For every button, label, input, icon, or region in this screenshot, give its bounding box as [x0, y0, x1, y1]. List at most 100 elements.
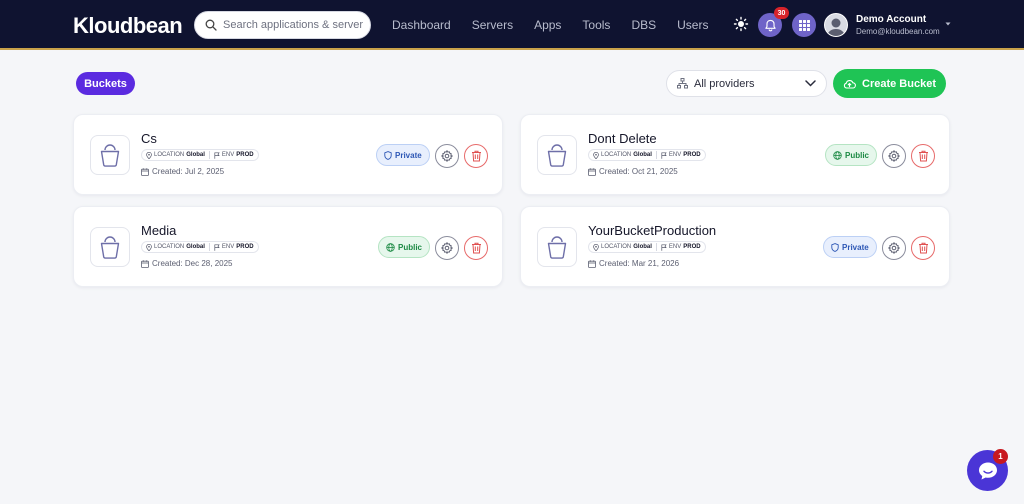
- nav-dbs[interactable]: DBS: [631, 18, 656, 32]
- nav-dashboard[interactable]: Dashboard: [392, 18, 451, 32]
- created-date-text: Created: Jul 2, 2025: [152, 167, 225, 176]
- chevron-down-icon: [805, 80, 816, 87]
- shield-icon: [384, 150, 392, 160]
- bucket-delete-button[interactable]: [911, 144, 935, 168]
- search-input[interactable]: [223, 19, 363, 31]
- sun-icon[interactable]: [733, 16, 749, 32]
- created-date: Created: Dec 28, 2025: [141, 259, 233, 268]
- env-label: ENV: [668, 152, 682, 158]
- created-date-text: Created: Mar 21, 2026: [599, 259, 680, 268]
- tag-divider: [655, 243, 657, 251]
- account-email: Demo@kloudbean.com: [856, 27, 940, 36]
- main-nav: Dashboard Servers Apps Tools DBS Users: [392, 18, 729, 32]
- bucket-icon-frame: [90, 135, 130, 175]
- globe-icon: [386, 242, 395, 252]
- gear-icon: [441, 242, 453, 254]
- tag-divider: [208, 151, 210, 159]
- network-icon: [677, 78, 688, 89]
- chevron-down-icon[interactable]: [945, 21, 951, 27]
- bucket-tags: LOCATION Global ENV PROD: [141, 241, 259, 253]
- location-label: LOCATION: [601, 152, 632, 158]
- cloud-upload-icon: [843, 79, 856, 89]
- bucket-settings-button[interactable]: [435, 236, 459, 260]
- bucket-name[interactable]: Media: [141, 223, 176, 238]
- tag-divider: [208, 243, 210, 251]
- visibility-badge: Private: [823, 236, 877, 258]
- bucket-card[interactable]: Dont Delete LOCATION Global ENV PROD Created:…: [520, 114, 950, 195]
- chat-icon: [978, 462, 997, 479]
- avatar[interactable]: [824, 13, 848, 37]
- location-value: Global: [186, 244, 205, 250]
- grid-icon: [798, 19, 810, 31]
- map-pin-icon: [593, 151, 599, 159]
- provider-select-value: All providers: [694, 77, 755, 90]
- created-date: Created: Mar 21, 2026: [588, 259, 679, 268]
- flag-icon: [661, 243, 667, 251]
- bucket-card[interactable]: YourBucketProduction LOCATION Global ENV PRO…: [520, 206, 950, 287]
- visibility-label: Private: [842, 242, 869, 252]
- globe-icon: [833, 150, 842, 160]
- bucket-delete-button[interactable]: [464, 144, 488, 168]
- chat-unread-badge: 1: [993, 449, 1008, 464]
- gear-icon: [441, 150, 453, 162]
- bucket-card[interactable]: Cs LOCATION Global ENV PROD Created: Jul 2, 2…: [73, 114, 503, 195]
- nav-tools[interactable]: Tools: [582, 18, 610, 32]
- shield-icon: [831, 242, 839, 252]
- notification-count-badge: 30: [774, 7, 789, 19]
- map-pin-icon: [146, 243, 152, 251]
- flag-icon: [214, 151, 220, 159]
- buckets-tab[interactable]: Buckets: [76, 72, 135, 95]
- nav-servers[interactable]: Servers: [472, 18, 513, 32]
- bucket-tags: LOCATION Global ENV PROD: [141, 149, 259, 161]
- gear-icon: [888, 150, 900, 162]
- map-pin-icon: [146, 151, 152, 159]
- nav-apps[interactable]: Apps: [534, 18, 561, 32]
- provider-select[interactable]: All providers: [666, 70, 827, 97]
- calendar-icon: [588, 167, 596, 176]
- env-label: ENV: [668, 244, 682, 250]
- bucket-settings-button[interactable]: [882, 144, 906, 168]
- bell-icon: [764, 19, 776, 31]
- flag-icon: [661, 151, 667, 159]
- bucket-name[interactable]: Dont Delete: [588, 131, 657, 146]
- bucket-delete-button[interactable]: [911, 236, 935, 260]
- trash-icon: [918, 150, 928, 162]
- location-value: Global: [186, 152, 205, 158]
- account-name[interactable]: Demo Account: [856, 14, 926, 25]
- bucket-settings-button[interactable]: [435, 144, 459, 168]
- location-value: Global: [633, 152, 652, 158]
- trash-icon: [471, 242, 481, 254]
- visibility-label: Public: [398, 242, 423, 252]
- bucket-tags: LOCATION Global ENV PROD: [588, 149, 706, 161]
- nav-users[interactable]: Users: [677, 18, 708, 32]
- apps-grid-button[interactable]: [792, 13, 816, 37]
- location-value: Global: [633, 244, 652, 250]
- search-box[interactable]: [194, 11, 371, 39]
- created-date: Created: Jul 2, 2025: [141, 167, 224, 176]
- bucket-tags: LOCATION Global ENV PROD: [588, 241, 706, 253]
- created-date-text: Created: Oct 21, 2025: [599, 167, 678, 176]
- flag-icon: [214, 243, 220, 251]
- env-value: PROD: [683, 152, 701, 158]
- bucket-settings-button[interactable]: [882, 236, 906, 260]
- bucket-icon: [100, 144, 120, 167]
- calendar-icon: [588, 259, 596, 268]
- bucket-icon: [100, 236, 120, 259]
- env-label: ENV: [221, 152, 235, 158]
- bucket-name[interactable]: Cs: [141, 131, 157, 146]
- location-label: LOCATION: [601, 244, 632, 250]
- create-bucket-button[interactable]: Create Bucket: [833, 69, 946, 98]
- top-navigation-bar: Kloudbean Dashboard Servers Apps Tools D…: [0, 0, 1024, 50]
- gear-icon: [888, 242, 900, 254]
- trash-icon: [918, 242, 928, 254]
- created-date: Created: Oct 21, 2025: [588, 167, 678, 176]
- bucket-card[interactable]: Media LOCATION Global ENV PROD Created: Dec 2…: [73, 206, 503, 287]
- bucket-icon-frame: [537, 135, 577, 175]
- location-label: LOCATION: [154, 152, 185, 158]
- bucket-name[interactable]: YourBucketProduction: [588, 223, 716, 238]
- visibility-label: Public: [845, 150, 870, 160]
- search-icon: [205, 19, 217, 31]
- bucket-icon-frame: [537, 227, 577, 267]
- bucket-delete-button[interactable]: [464, 236, 488, 260]
- logo[interactable]: Kloudbean: [73, 13, 183, 39]
